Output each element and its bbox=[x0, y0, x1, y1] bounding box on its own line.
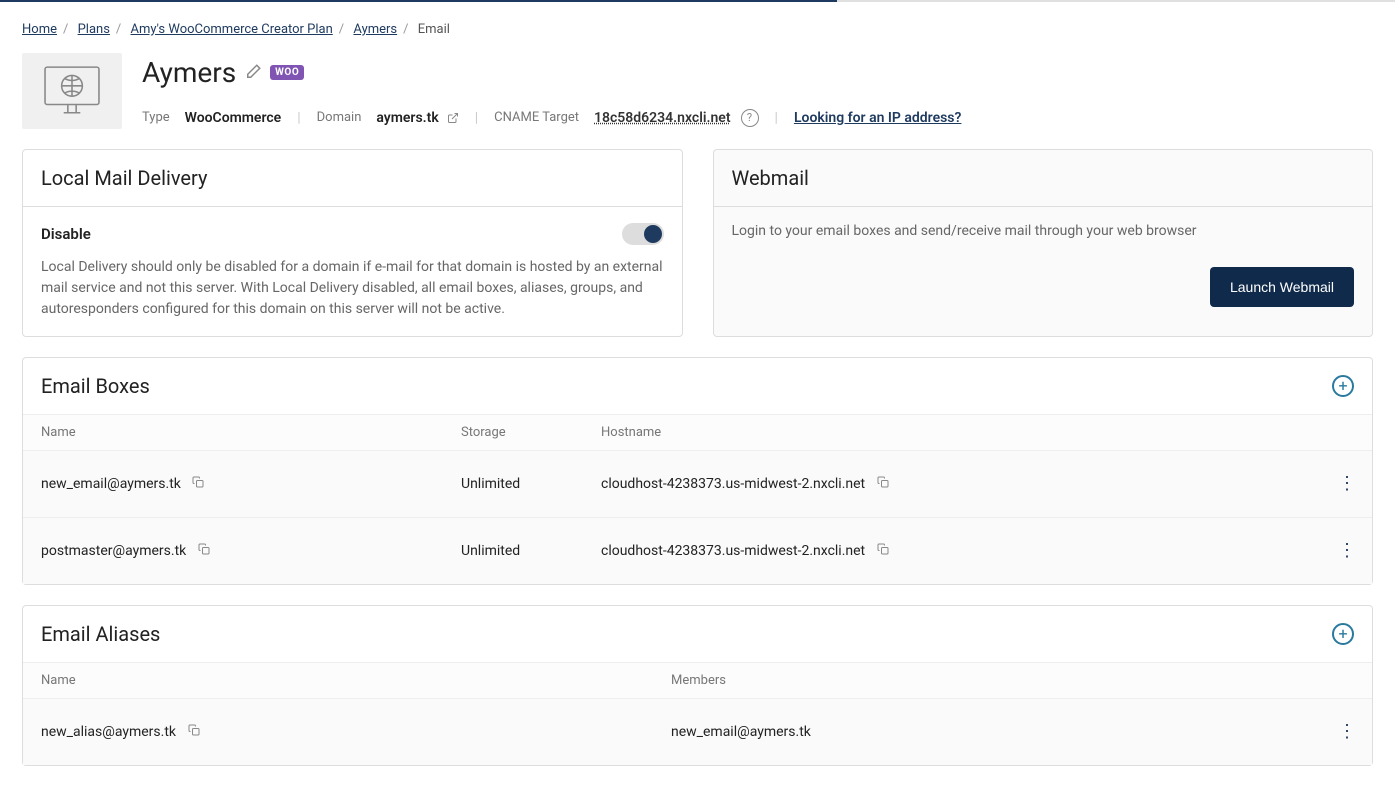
breadcrumb-site[interactable]: Aymers bbox=[353, 22, 397, 37]
woo-badge: WOO bbox=[270, 65, 304, 80]
type-value: WooCommerce bbox=[185, 110, 282, 126]
table-row: postmaster@aymers.tk Unlimited cloudhost… bbox=[23, 518, 1372, 584]
table-row: new_alias@aymers.tk new_email@aymers.tk … bbox=[23, 699, 1372, 765]
help-icon[interactable]: ? bbox=[741, 109, 759, 127]
email-boxes-title: Email Boxes bbox=[41, 374, 150, 398]
email-aliases-section: Email Aliases + Name Members new_alias@a… bbox=[22, 605, 1373, 766]
email-box-name: new_email@aymers.tk bbox=[41, 476, 181, 492]
email-box-storage: Unlimited bbox=[461, 476, 601, 492]
domain-value: aymers.tk bbox=[376, 110, 438, 126]
page-title: Aymers bbox=[142, 56, 236, 89]
alias-members: new_email@aymers.tk bbox=[671, 724, 1304, 740]
edit-icon[interactable] bbox=[244, 63, 262, 81]
cname-label: CNAME Target bbox=[494, 110, 579, 125]
breadcrumb-plans[interactable]: Plans bbox=[78, 22, 110, 37]
row-actions-menu[interactable]: ⋮ bbox=[1338, 473, 1354, 494]
row-actions-menu[interactable]: ⋮ bbox=[1338, 721, 1354, 742]
breadcrumb-home[interactable]: Home bbox=[22, 22, 57, 37]
breadcrumb-plan[interactable]: Amy's WooCommerce Creator Plan bbox=[131, 22, 333, 37]
ip-address-link[interactable]: Looking for an IP address? bbox=[794, 110, 961, 126]
webmail-panel: Webmail Login to your email boxes and se… bbox=[713, 149, 1374, 337]
copy-icon[interactable] bbox=[192, 476, 204, 488]
local-mail-description: Local Delivery should only be disabled f… bbox=[41, 257, 664, 320]
email-box-storage: Unlimited bbox=[461, 543, 601, 559]
column-members: Members bbox=[671, 673, 1304, 688]
webmail-title: Webmail bbox=[732, 166, 809, 190]
column-name: Name bbox=[41, 673, 671, 688]
alias-name: new_alias@aymers.tk bbox=[41, 724, 176, 740]
local-mail-title: Local Mail Delivery bbox=[41, 166, 207, 190]
site-icon bbox=[22, 53, 122, 129]
disable-toggle[interactable] bbox=[622, 223, 664, 245]
add-email-alias-button[interactable]: + bbox=[1332, 623, 1354, 645]
launch-webmail-button[interactable]: Launch Webmail bbox=[1210, 267, 1354, 307]
copy-icon[interactable] bbox=[188, 724, 200, 736]
email-boxes-section: Email Boxes + Name Storage Hostname new_… bbox=[22, 357, 1373, 585]
column-name: Name bbox=[41, 425, 461, 440]
external-link-icon[interactable] bbox=[447, 112, 459, 124]
email-box-name: postmaster@aymers.tk bbox=[41, 543, 186, 559]
local-mail-panel: Local Mail Delivery Disable Local Delive… bbox=[22, 149, 683, 337]
copy-icon[interactable] bbox=[877, 476, 889, 488]
add-email-box-button[interactable]: + bbox=[1332, 375, 1354, 397]
email-aliases-title: Email Aliases bbox=[41, 622, 160, 646]
breadcrumb-current: Email bbox=[418, 22, 450, 37]
copy-icon[interactable] bbox=[877, 543, 889, 555]
row-actions-menu[interactable]: ⋮ bbox=[1338, 540, 1354, 561]
copy-icon[interactable] bbox=[198, 543, 210, 555]
cname-value[interactable]: 18c58d6234.nxcli.net bbox=[594, 110, 731, 126]
email-box-host: cloudhost-4238373.us-midwest-2.nxcli.net bbox=[601, 476, 865, 492]
disable-label: Disable bbox=[41, 225, 91, 243]
table-row: new_email@aymers.tk Unlimited cloudhost-… bbox=[23, 451, 1372, 518]
type-label: Type bbox=[142, 110, 170, 125]
webmail-description: Login to your email boxes and send/recei… bbox=[732, 223, 1355, 239]
column-storage: Storage bbox=[461, 425, 601, 440]
column-hostname: Hostname bbox=[601, 425, 1304, 440]
domain-label: Domain bbox=[317, 110, 362, 125]
email-box-host: cloudhost-4238373.us-midwest-2.nxcli.net bbox=[601, 543, 865, 559]
breadcrumb: Home/ Plans/ Amy's WooCommerce Creator P… bbox=[22, 22, 1373, 37]
